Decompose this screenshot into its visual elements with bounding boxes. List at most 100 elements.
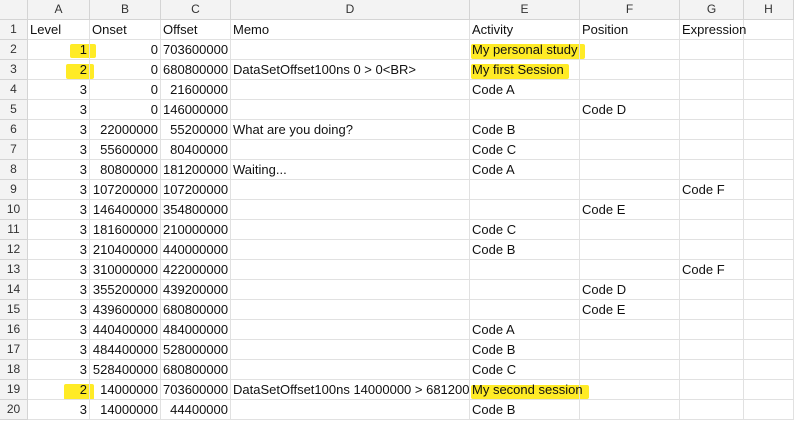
cell-h9[interactable]: [744, 180, 794, 200]
cell-a16[interactable]: 3: [28, 320, 90, 340]
row-header-2[interactable]: 2: [0, 40, 28, 60]
cell-d11[interactable]: [231, 220, 470, 240]
cell-e5[interactable]: [470, 100, 580, 120]
cell-f10[interactable]: Code E: [580, 200, 680, 220]
cell-a6[interactable]: 3: [28, 120, 90, 140]
row-header-19[interactable]: 19: [0, 380, 28, 400]
cell-f1[interactable]: Position: [580, 20, 680, 40]
row-header-17[interactable]: 17: [0, 340, 28, 360]
row-header-8[interactable]: 8: [0, 160, 28, 180]
cell-f2[interactable]: [580, 40, 680, 60]
cell-h1[interactable]: [744, 20, 794, 40]
cell-d6[interactable]: What are you doing?: [231, 120, 470, 140]
cell-d9[interactable]: [231, 180, 470, 200]
row-header-14[interactable]: 14: [0, 280, 28, 300]
select-all-corner[interactable]: [0, 0, 28, 20]
cell-a14[interactable]: 3: [28, 280, 90, 300]
cell-f6[interactable]: [580, 120, 680, 140]
cell-a1[interactable]: Level: [28, 20, 90, 40]
cell-c20[interactable]: 44400000: [161, 400, 231, 420]
cell-b10[interactable]: 146400000: [90, 200, 161, 220]
cell-d4[interactable]: [231, 80, 470, 100]
cell-g3[interactable]: [680, 60, 744, 80]
cell-e15[interactable]: [470, 300, 580, 320]
cell-e3[interactable]: My first Session: [470, 60, 580, 80]
column-header-d[interactable]: D: [231, 0, 470, 20]
cell-h15[interactable]: [744, 300, 794, 320]
cell-a19[interactable]: 2: [28, 380, 90, 400]
cell-g8[interactable]: [680, 160, 744, 180]
cell-h2[interactable]: [744, 40, 794, 60]
cell-e7[interactable]: Code C: [470, 140, 580, 160]
cell-b17[interactable]: 484400000: [90, 340, 161, 360]
cell-h19[interactable]: [744, 380, 794, 400]
cell-d20[interactable]: [231, 400, 470, 420]
cell-g11[interactable]: [680, 220, 744, 240]
cell-c4[interactable]: 21600000: [161, 80, 231, 100]
cell-f4[interactable]: [580, 80, 680, 100]
cell-e14[interactable]: [470, 280, 580, 300]
row-header-7[interactable]: 7: [0, 140, 28, 160]
cell-c17[interactable]: 528000000: [161, 340, 231, 360]
cell-c5[interactable]: 146000000: [161, 100, 231, 120]
cell-f5[interactable]: Code D: [580, 100, 680, 120]
cell-g10[interactable]: [680, 200, 744, 220]
column-header-b[interactable]: B: [90, 0, 161, 20]
cell-f11[interactable]: [580, 220, 680, 240]
cell-b16[interactable]: 440400000: [90, 320, 161, 340]
cell-b2[interactable]: 0: [90, 40, 161, 60]
cell-c10[interactable]: 354800000: [161, 200, 231, 220]
cell-h13[interactable]: [744, 260, 794, 280]
cell-a20[interactable]: 3: [28, 400, 90, 420]
cell-d5[interactable]: [231, 100, 470, 120]
cell-c1[interactable]: Offset: [161, 20, 231, 40]
cell-e6[interactable]: Code B: [470, 120, 580, 140]
cell-b18[interactable]: 528400000: [90, 360, 161, 380]
cell-c13[interactable]: 422000000: [161, 260, 231, 280]
row-header-16[interactable]: 16: [0, 320, 28, 340]
cell-e12[interactable]: Code B: [470, 240, 580, 260]
row-header-13[interactable]: 13: [0, 260, 28, 280]
cell-d14[interactable]: [231, 280, 470, 300]
cell-g1[interactable]: Expression: [680, 20, 746, 40]
cell-d3[interactable]: DataSetOffset100ns 0 > 0<BR>: [231, 60, 470, 80]
cell-c8[interactable]: 181200000: [161, 160, 231, 180]
cell-b13[interactable]: 310000000: [90, 260, 161, 280]
cell-c19[interactable]: 703600000: [161, 380, 231, 400]
cell-a17[interactable]: 3: [28, 340, 90, 360]
row-header-4[interactable]: 4: [0, 80, 28, 100]
cell-d1[interactable]: Memo: [231, 20, 470, 40]
cell-h18[interactable]: [744, 360, 794, 380]
cell-b14[interactable]: 355200000: [90, 280, 161, 300]
cell-a11[interactable]: 3: [28, 220, 90, 240]
cell-h20[interactable]: [744, 400, 794, 420]
cell-f18[interactable]: [580, 360, 680, 380]
cell-h16[interactable]: [744, 320, 794, 340]
row-header-12[interactable]: 12: [0, 240, 28, 260]
column-header-c[interactable]: C: [161, 0, 231, 20]
cell-h11[interactable]: [744, 220, 794, 240]
cell-d16[interactable]: [231, 320, 470, 340]
column-header-a[interactable]: A: [28, 0, 90, 20]
cell-b5[interactable]: 0: [90, 100, 161, 120]
cell-e13[interactable]: [470, 260, 580, 280]
cell-c18[interactable]: 680800000: [161, 360, 231, 380]
cell-h12[interactable]: [744, 240, 794, 260]
cell-f14[interactable]: Code D: [580, 280, 680, 300]
column-header-g[interactable]: G: [680, 0, 744, 20]
cell-d15[interactable]: [231, 300, 470, 320]
row-header-3[interactable]: 3: [0, 60, 28, 80]
cell-g14[interactable]: [680, 280, 744, 300]
row-header-15[interactable]: 15: [0, 300, 28, 320]
row-header-11[interactable]: 11: [0, 220, 28, 240]
cell-a12[interactable]: 3: [28, 240, 90, 260]
cell-d7[interactable]: [231, 140, 470, 160]
cell-a15[interactable]: 3: [28, 300, 90, 320]
cell-h10[interactable]: [744, 200, 794, 220]
cell-g7[interactable]: [680, 140, 744, 160]
cell-g20[interactable]: [680, 400, 744, 420]
cell-d18[interactable]: [231, 360, 470, 380]
cell-f16[interactable]: [580, 320, 680, 340]
cell-b19[interactable]: 14000000: [90, 380, 161, 400]
cell-d10[interactable]: [231, 200, 470, 220]
